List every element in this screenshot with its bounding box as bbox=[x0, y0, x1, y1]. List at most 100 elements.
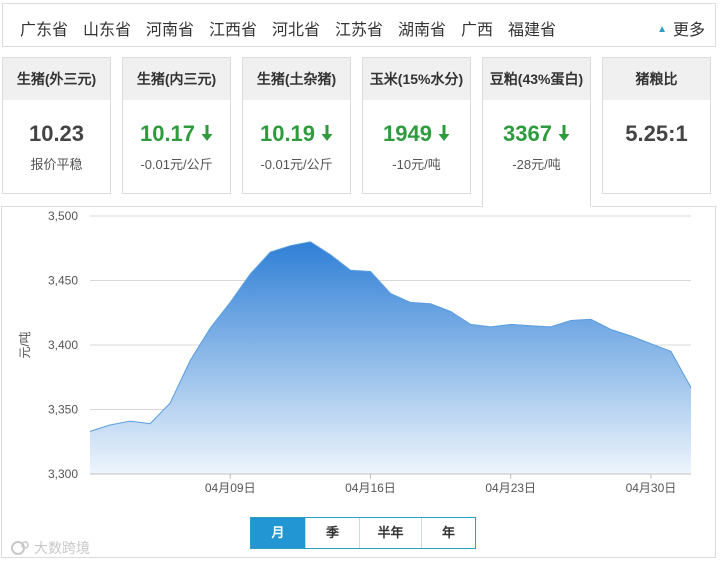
data-point bbox=[529, 324, 533, 328]
card-value: 1949 bbox=[363, 120, 470, 148]
down-arrow-icon bbox=[438, 125, 450, 142]
card-title: 猪粮比 bbox=[603, 58, 710, 100]
indicator-card[interactable]: 生猪(外三元) 10.23 报价平稳 bbox=[2, 57, 111, 194]
card-change: -0.01元/公斤 bbox=[140, 157, 213, 172]
series-area bbox=[90, 241, 691, 474]
data-point bbox=[549, 325, 553, 329]
card-change: -28元/吨 bbox=[512, 157, 561, 172]
watermark-logo-icon bbox=[11, 541, 29, 555]
panel-divider bbox=[592, 206, 717, 207]
data-point bbox=[168, 401, 172, 405]
more-label: 更多 bbox=[672, 22, 705, 39]
card-title: 生猪(外三元) bbox=[3, 58, 110, 100]
data-point bbox=[248, 272, 252, 276]
period-tabs: 月季半年年 bbox=[250, 517, 476, 549]
indicator-card[interactable]: 玉米(15%水分) 1949 -10元/吨 bbox=[362, 57, 471, 194]
data-point bbox=[489, 325, 493, 329]
card-change: -10元/吨 bbox=[392, 157, 441, 172]
data-point bbox=[148, 422, 152, 426]
data-point bbox=[228, 300, 232, 304]
indicator-card[interactable]: 生猪(内三元) 10.17 -0.01元/公斤 bbox=[122, 57, 231, 194]
card-value: 10.17 bbox=[123, 120, 230, 148]
price-area-chart: 3,500 3,450 3,400 3,350 3,300 04月09日 04月16日 04月… bbox=[18, 209, 693, 495]
card-value: 5.25:1 bbox=[603, 120, 710, 148]
card-title: 生猪(土杂猪) bbox=[243, 58, 350, 100]
y-tick-label: 3,400 bbox=[48, 338, 78, 352]
card-value: 10.23 bbox=[3, 120, 110, 148]
province-link[interactable]: 江西省 bbox=[209, 16, 257, 40]
down-arrow-icon bbox=[321, 125, 333, 142]
card-value-text: 10.19 bbox=[259, 121, 316, 146]
province-link[interactable]: 江苏省 bbox=[335, 16, 383, 40]
y-axis-title: 元/吨 bbox=[18, 331, 32, 358]
data-point bbox=[328, 253, 332, 257]
data-point bbox=[308, 240, 312, 244]
province-bar: 广东省 山东省 河南省 江西省 河北省 江苏省 湖南省 广西 福建省 ▲ 更多 bbox=[2, 3, 716, 47]
watermark-text: 大数跨境 bbox=[34, 540, 90, 556]
province-link[interactable]: 河南省 bbox=[146, 16, 194, 40]
data-point bbox=[409, 300, 413, 304]
period-tab[interactable]: 年 bbox=[421, 518, 475, 548]
period-tab[interactable]: 半年 bbox=[359, 518, 421, 548]
data-point bbox=[288, 244, 292, 248]
card-value-text: 1949 bbox=[383, 121, 432, 146]
y-tick-label: 3,500 bbox=[48, 209, 78, 223]
data-point bbox=[669, 349, 673, 353]
card-value-text: 5.25:1 bbox=[625, 121, 688, 146]
y-tick-label: 3,450 bbox=[48, 274, 78, 288]
data-point bbox=[609, 328, 613, 332]
data-point bbox=[208, 326, 212, 330]
period-tab[interactable]: 月 bbox=[251, 518, 305, 548]
card-change: 报价平稳 bbox=[30, 157, 83, 172]
data-point bbox=[449, 310, 453, 314]
province-link[interactable]: 广东省 bbox=[20, 16, 68, 40]
data-point bbox=[569, 319, 573, 323]
x-tick-label: 04月30日 bbox=[626, 481, 677, 495]
card-title: 生猪(内三元) bbox=[123, 58, 230, 100]
card-change: -0.01元/公斤 bbox=[260, 157, 333, 172]
indicator-card[interactable]: 生猪(土杂猪) 10.19 -0.01元/公斤 bbox=[242, 57, 351, 194]
data-point bbox=[348, 268, 352, 272]
data-point bbox=[108, 423, 112, 427]
down-arrow-icon bbox=[558, 125, 570, 142]
card-value: 10.19 bbox=[243, 120, 350, 148]
caret-up-icon: ▲ bbox=[657, 24, 667, 35]
watermark: 大数跨境 bbox=[10, 538, 90, 558]
data-point bbox=[188, 359, 192, 363]
data-point bbox=[469, 322, 473, 326]
down-arrow-icon bbox=[201, 125, 213, 142]
card-title: 玉米(15%水分) bbox=[363, 58, 470, 100]
province-link[interactable]: 山东省 bbox=[83, 16, 131, 40]
period-tab[interactable]: 季 bbox=[305, 518, 359, 548]
card-title: 豆粕(43%蛋白) bbox=[483, 58, 590, 100]
data-point bbox=[509, 322, 513, 326]
card-value: 3367 bbox=[483, 120, 590, 148]
data-point bbox=[589, 317, 593, 321]
data-point bbox=[128, 419, 132, 423]
data-point bbox=[268, 250, 272, 254]
panel-divider bbox=[2, 206, 482, 207]
x-tick-label: 04月23日 bbox=[485, 481, 536, 495]
province-link[interactable]: 广西 bbox=[461, 16, 493, 40]
data-point bbox=[649, 342, 653, 346]
data-point bbox=[389, 291, 393, 295]
y-tick-label: 3,350 bbox=[48, 403, 78, 417]
data-point bbox=[369, 270, 373, 274]
more-link[interactable]: ▲ 更多 bbox=[657, 16, 705, 40]
data-point bbox=[629, 334, 633, 338]
indicator-card[interactable]: 猪粮比 5.25:1 bbox=[602, 57, 711, 194]
card-value-text: 10.23 bbox=[28, 121, 85, 146]
card-value-text: 10.17 bbox=[139, 121, 196, 146]
chart-panel: 3,500 3,450 3,400 3,350 3,300 04月09日 04月16日 04月… bbox=[1, 206, 717, 558]
province-link[interactable]: 河北省 bbox=[272, 16, 320, 40]
data-point bbox=[689, 386, 693, 390]
province-link[interactable]: 湖南省 bbox=[398, 16, 446, 40]
data-point bbox=[429, 302, 433, 306]
province-link[interactable]: 福建省 bbox=[508, 16, 556, 40]
indicator-card[interactable]: 豆粕(43%蛋白) 3367 -28元/吨 bbox=[482, 57, 591, 207]
card-value-text: 3367 bbox=[503, 121, 552, 146]
y-tick-label: 3,300 bbox=[48, 467, 78, 481]
x-tick-label: 04月09日 bbox=[205, 481, 256, 495]
data-point bbox=[88, 429, 92, 433]
x-tick-label: 04月16日 bbox=[345, 481, 396, 495]
